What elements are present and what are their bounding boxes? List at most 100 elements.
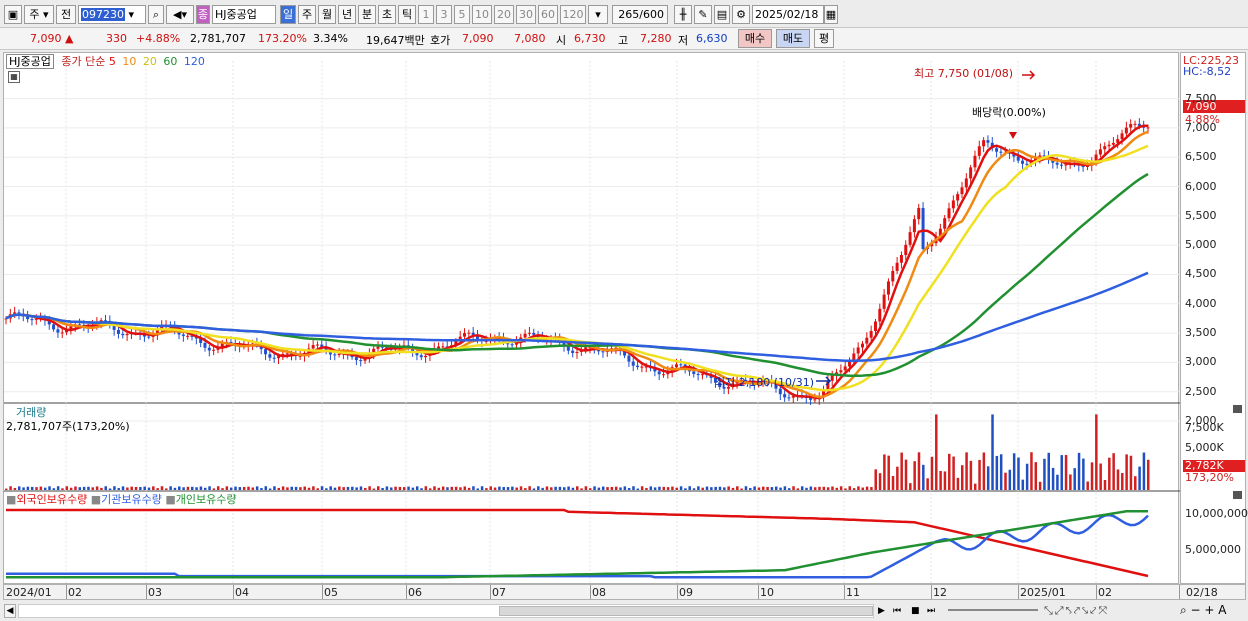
volume-bar: [100, 487, 103, 490]
volume-bar: [273, 486, 276, 490]
volume-bar: [524, 488, 527, 490]
interval-120[interactable]: 120: [560, 5, 586, 24]
interval-3[interactable]: 3: [436, 5, 452, 24]
volume-bar: [333, 487, 337, 490]
ma-5-label: 5: [108, 55, 116, 68]
interval-dropdown[interactable]: ▾: [588, 5, 608, 24]
volume-bar: [783, 486, 787, 490]
stock-name-field[interactable]: HJ중공업: [212, 5, 276, 24]
volume-bar: [364, 487, 367, 490]
volume-bar: [290, 486, 293, 490]
tab-month[interactable]: 월: [318, 5, 336, 24]
grid-icon[interactable]: ▦: [8, 71, 20, 83]
interval-30[interactable]: 30: [516, 5, 536, 24]
candle-body: [1094, 154, 1098, 161]
x-tick-mark: [931, 585, 932, 599]
volume-bar: [113, 486, 116, 490]
volume-bar: [554, 486, 557, 490]
candle-body: [631, 361, 635, 366]
holdings-legend: ■외국인보유수량 ■기관보유수량 ■개인보유수량: [6, 493, 237, 506]
candle-body: [52, 324, 56, 330]
trade-amount: 19,647백만: [366, 34, 425, 47]
volume-bar: [1116, 469, 1120, 490]
interval-10[interactable]: 10: [472, 5, 492, 24]
volume-bar: [351, 486, 354, 490]
code-input[interactable]: 097230 ▾: [78, 5, 146, 24]
y-tick-label: 6,500: [1185, 150, 1217, 164]
volume-bar: [234, 486, 237, 490]
prev-button[interactable]: 전: [56, 5, 76, 24]
tab-day[interactable]: 일: [280, 5, 296, 24]
tab-minute[interactable]: 분: [358, 5, 376, 24]
volume-bar: [407, 486, 410, 490]
tab-week[interactable]: 주: [298, 5, 316, 24]
x-tick-label: 08: [592, 586, 606, 599]
rewind-icon[interactable]: ⏮: [893, 604, 907, 618]
volume-close-icon[interactable]: [1233, 405, 1242, 413]
eval-button[interactable]: 평: [814, 29, 834, 48]
volume-bar: [614, 486, 618, 490]
candle-body: [1098, 149, 1102, 155]
x-tick-mark: [146, 585, 147, 599]
scrollbar-thumb[interactable]: [499, 606, 873, 616]
scroll-left-icon[interactable]: ◀: [4, 604, 16, 618]
buy-button[interactable]: 매수: [738, 29, 772, 48]
interval-60[interactable]: 60: [538, 5, 558, 24]
zoom-slider[interactable]: [948, 609, 1038, 611]
volume-bar: [229, 487, 233, 490]
volume-bar: [316, 488, 319, 490]
x-tick-mark: [233, 585, 234, 599]
price-change-pct: +4.88%: [136, 32, 181, 45]
tab-year[interactable]: 년: [338, 5, 356, 24]
sell-button[interactable]: 매도: [776, 29, 810, 48]
volume-bar: [415, 486, 419, 490]
search-icon[interactable]: ⌕: [148, 5, 164, 24]
volume-bar: [779, 487, 782, 490]
gear-icon[interactable]: ⚙: [732, 5, 750, 24]
scroll-right-icon[interactable]: ▶: [878, 604, 890, 618]
horizontal-scrollbar[interactable]: [18, 604, 874, 618]
interval-5[interactable]: 5: [454, 5, 470, 24]
calendar-icon[interactable]: ▦: [824, 5, 838, 24]
volume-bar: [264, 486, 268, 490]
ma-10-label: 10: [122, 55, 137, 68]
volume-bar: [286, 487, 289, 490]
volume-bar: [65, 486, 69, 490]
interval-1[interactable]: 1: [418, 5, 434, 24]
x-tick-mark: [66, 585, 67, 599]
window-icon[interactable]: ▣: [4, 5, 22, 24]
candle-icon[interactable]: ╫: [674, 5, 692, 24]
drawing-tools[interactable]: ⤡⤢⤣⤤⤥⤦⤧: [1044, 604, 1164, 618]
volume-bar: [117, 488, 120, 490]
x-tick-label: 05: [324, 586, 338, 599]
volume-bar: [623, 486, 627, 490]
holdings-close-icon[interactable]: [1233, 491, 1242, 499]
stop-icon[interactable]: ■: [911, 604, 925, 618]
volume-bar: [152, 486, 155, 490]
candle-body: [285, 353, 289, 355]
volume-y-tick-label: 5,000K: [1185, 441, 1224, 454]
volume-bar: [87, 486, 90, 490]
volume-bar: [1073, 468, 1076, 490]
volume-bar: [982, 452, 986, 490]
date-field[interactable]: 2025/02/18: [752, 5, 824, 24]
interval-20[interactable]: 20: [494, 5, 514, 24]
draw-icon[interactable]: ✎: [694, 5, 712, 24]
period-select[interactable]: 주 ▾: [24, 5, 54, 24]
x-tick-label: 07: [492, 586, 506, 599]
tab-second[interactable]: 초: [378, 5, 396, 24]
volume-bar: [744, 486, 748, 490]
volume-bar: [1004, 472, 1007, 490]
volume-bar: [692, 488, 696, 490]
volume-bar: [930, 456, 934, 490]
speaker-icon[interactable]: ◀▾: [166, 5, 194, 24]
forward-icon[interactable]: ⏭: [927, 604, 941, 618]
tab-tick[interactable]: 틱: [398, 5, 416, 24]
save-icon[interactable]: ▤: [714, 5, 730, 24]
zoom-controls[interactable]: ⌕ − + A: [1180, 603, 1246, 619]
volume-bar: [411, 487, 415, 490]
candle-body: [943, 218, 947, 229]
volume-bar: [909, 483, 912, 490]
candle-body: [268, 354, 272, 358]
count-field[interactable]: 265/600: [612, 5, 668, 24]
